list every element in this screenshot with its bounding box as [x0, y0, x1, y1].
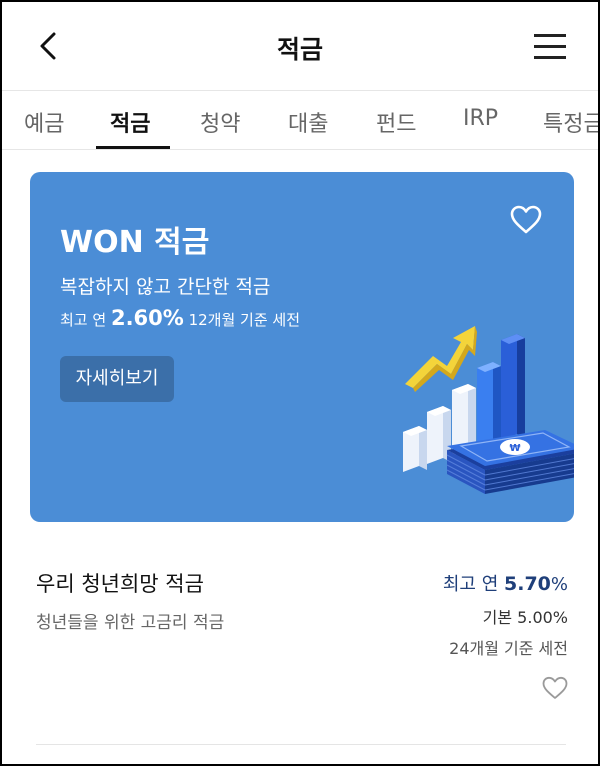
product-list-item[interactable]: 우리 청년희망 적금 청년들을 위한 고금리 적금 최고 연 5.70% 기본 … [2, 522, 598, 748]
max-rate-label: 최고 연 [442, 574, 499, 595]
savings-growth-illustration: ₩ [403, 326, 574, 494]
list-divider [36, 744, 566, 745]
banner-rate-suffix: 12개월 기준 세전 [188, 311, 301, 329]
tab-fund[interactable]: 펀드 [376, 106, 416, 138]
rate-term: 24개월 기준 세전 [449, 639, 568, 658]
banner-rate-line: 최고 연 2.60% 12개월 기준 세전 [60, 306, 300, 330]
app-screen: 적금 예금 적금 청약 대출 펀드 IRP 특정금 WON 적금 복잡하지 않고… [2, 2, 598, 764]
banner-subtitle: 복잡하지 않고 간단한 적금 [60, 276, 271, 298]
tab-subscription[interactable]: 청약 [200, 106, 240, 138]
max-rate-value: 5.70 [504, 573, 551, 595]
tab-savings[interactable]: 적금 [110, 106, 150, 138]
favorite-heart-icon[interactable] [510, 205, 542, 235]
featured-product-banner[interactable]: WON 적금 복잡하지 않고 간단한 적금 최고 연 2.60% 12개월 기준… [30, 172, 574, 522]
base-rate: 기본 5.00% [483, 604, 568, 628]
favorite-heart-icon[interactable] [542, 676, 568, 700]
banner-rate-prefix: 최고 연 [60, 311, 107, 329]
max-rate-unit: % [550, 574, 568, 595]
svg-text:₩: ₩ [509, 443, 520, 454]
detail-button[interactable]: 자세히보기 [60, 356, 174, 402]
product-description: 청년들을 위한 고금리 적금 [36, 613, 225, 633]
tab-specified-money-trust[interactable]: 특정금 [543, 106, 598, 138]
top-header: 적금 [2, 2, 598, 90]
page-title: 적금 [276, 35, 323, 64]
base-rate-unit: % [552, 608, 568, 627]
tab-deposit[interactable]: 예금 [24, 106, 64, 138]
base-rate-value: 5.00 [517, 608, 553, 627]
menu-button[interactable] [532, 30, 568, 62]
active-tab-indicator [96, 146, 170, 149]
product-name: 우리 청년희망 적금 [36, 572, 204, 596]
tab-irp[interactable]: IRP [463, 106, 498, 131]
banner-title: WON 적금 [60, 225, 210, 260]
base-rate-label: 기본 [482, 608, 513, 627]
tab-loan[interactable]: 대출 [288, 106, 328, 138]
category-tabs: 예금 적금 청약 대출 펀드 IRP 특정금 [2, 90, 598, 150]
banner-rate-value: 2.60% [110, 306, 184, 330]
max-rate: 최고 연 5.70% [443, 570, 568, 596]
